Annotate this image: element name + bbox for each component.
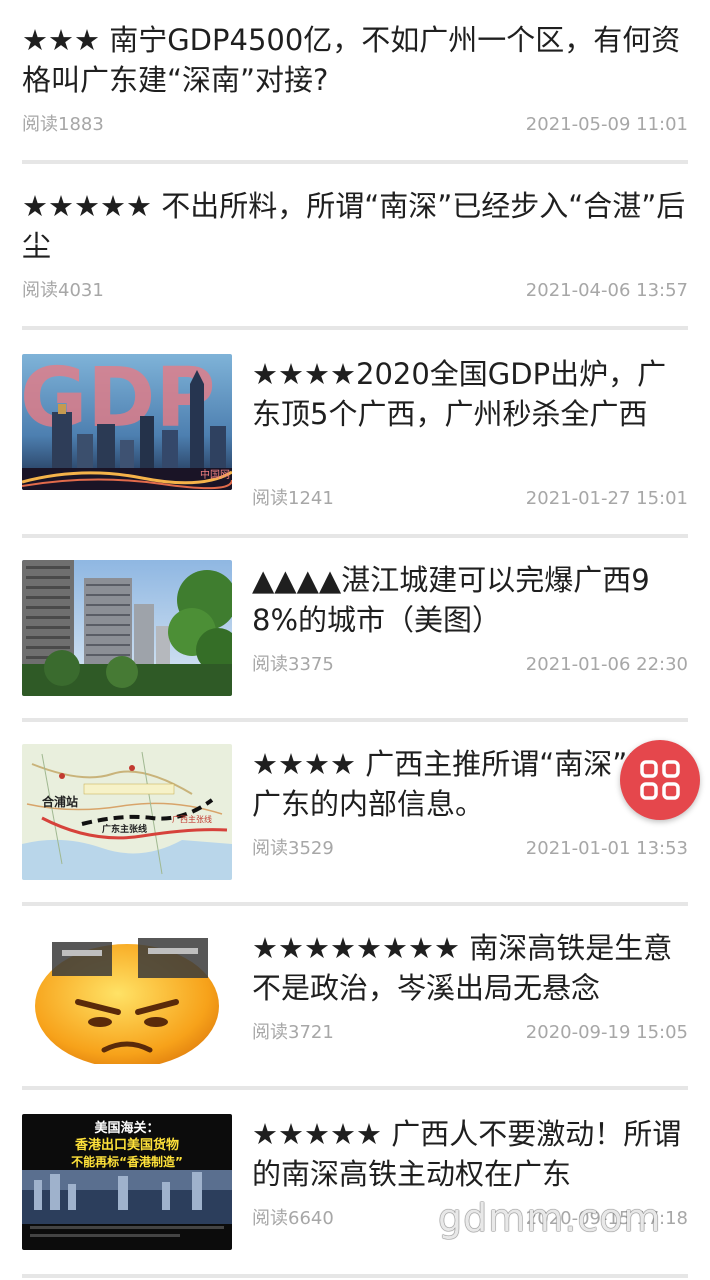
- angry-face-thumbnail-image: [35, 938, 219, 1064]
- article-thumbnail[interactable]: [22, 560, 232, 696]
- article-thumbnail[interactable]: [22, 928, 232, 1064]
- svg-text:广东主张线: 广东主张线: [102, 823, 147, 835]
- article-thumbnail[interactable]: 美国海关： 香港出口美国货物 不能再标“香港制造”: [22, 1114, 232, 1250]
- read-count: 阅读1883: [22, 114, 104, 135]
- svg-text:不能再标“香港制造”: 不能再标“香港制造”: [71, 1154, 183, 1169]
- article-thumbnail[interactable]: 合浦站 广东主张线 广西主张线: [22, 744, 232, 880]
- svg-text:GDP: GDP: [22, 354, 215, 446]
- article-title[interactable]: ★★★★★ 不出所料，所谓“南深”已经步入“合湛”后尘: [22, 186, 688, 266]
- svg-text:广西主张线: 广西主张线: [172, 814, 212, 824]
- read-count: 阅读1241: [252, 488, 334, 509]
- publish-date: 2021-01-06 22:30: [525, 654, 688, 675]
- article-item[interactable]: ★★★★★ 不出所料，所谓“南深”已经步入“合湛”后尘 阅读4031 2021-…: [0, 164, 710, 330]
- article-title[interactable]: ★★★★★ 广西人不要激动！所谓的南深高铁主动权在广东: [252, 1114, 692, 1194]
- article-meta: 阅读4031 2021-04-06 13:57: [22, 280, 688, 302]
- article-meta: 阅读3529 2021-01-01 13:53: [252, 838, 688, 860]
- article-meta: 阅读3721 2020-09-19 15:05: [252, 1022, 688, 1044]
- hong-kong-customs-thumbnail-image: 美国海关： 香港出口美国货物 不能再标“香港制造”: [22, 1114, 232, 1250]
- divider: [22, 1274, 688, 1278]
- svg-text:合浦站: 合浦站: [42, 794, 78, 809]
- site-watermark: gdmm.com: [438, 1196, 662, 1240]
- publish-date: 2021-01-01 13:53: [525, 838, 688, 859]
- article-meta: 阅读1241 2021-01-27 15:01: [252, 488, 688, 510]
- article-meta: 阅读1883 2021-05-09 11:01: [22, 114, 688, 136]
- article-item[interactable]: 合浦站 广东主张线 广西主张线 ★★★★ 广西主推所谓“南深”来自广东的内部信息…: [0, 722, 710, 906]
- city-buildings-thumbnail-image: [22, 560, 232, 696]
- svg-text:香港出口美国货物: 香港出口美国货物: [74, 1137, 179, 1153]
- read-count: 阅读3375: [252, 654, 334, 675]
- publish-date: 2021-01-27 15:01: [525, 488, 688, 509]
- read-count: 阅读4031: [22, 280, 104, 301]
- read-count: 阅读3529: [252, 838, 334, 859]
- article-item[interactable]: ★★★★★★★★ 南深高铁是生意不是政治，岑溪出局无悬念 阅读3721 2020…: [0, 906, 710, 1090]
- read-count: 阅读3721: [252, 1022, 334, 1043]
- svg-text:中国网: 中国网: [200, 468, 230, 481]
- article-item[interactable]: ★★★ 南宁GDP4500亿，不如广州一个区，有何资格叫广东建“深南”对接? 阅…: [0, 0, 710, 164]
- article-title[interactable]: ▲▲▲▲湛江城建可以完爆广西98%的城市（美图）: [252, 560, 692, 640]
- gdp-city-thumbnail-image: GDP 中国网: [22, 354, 232, 490]
- article-title[interactable]: ★★★★2020全国GDP出炉，广东顶5个广西，广州秒杀全广西: [252, 354, 692, 434]
- article-feed: ★★★ 南宁GDP4500亿，不如广州一个区，有何资格叫广东建“深南”对接? 阅…: [0, 0, 710, 1280]
- floating-menu-button[interactable]: [620, 740, 700, 820]
- article-item[interactable]: ▲▲▲▲湛江城建可以完爆广西98%的城市（美图） 阅读3375 2021-01-…: [0, 538, 710, 722]
- article-item[interactable]: GDP 中国网 ★★★★2020全国GDP出炉，广东顶5个广西，广州秒杀全广西 …: [0, 330, 710, 538]
- grid-apps-icon: [640, 760, 680, 800]
- publish-date: 2020-09-19 15:05: [525, 1022, 688, 1043]
- railway-map-thumbnail-image: 合浦站 广东主张线 广西主张线: [22, 744, 232, 880]
- article-thumbnail[interactable]: GDP 中国网: [22, 354, 232, 490]
- svg-text:美国海关：: 美国海关：: [94, 1120, 159, 1136]
- publish-date: 2021-05-09 11:01: [525, 114, 688, 135]
- publish-date: 2021-04-06 13:57: [525, 280, 688, 301]
- article-meta: 阅读3375 2021-01-06 22:30: [252, 654, 688, 676]
- article-item[interactable]: 美国海关： 香港出口美国货物 不能再标“香港制造” ★★★★★ 广西人不要激动！…: [0, 1090, 710, 1280]
- read-count: 阅读6640: [252, 1208, 334, 1229]
- article-title[interactable]: ★★★★★★★★ 南深高铁是生意不是政治，岑溪出局无悬念: [252, 928, 692, 1008]
- article-title[interactable]: ★★★ 南宁GDP4500亿，不如广州一个区，有何资格叫广东建“深南”对接?: [22, 20, 688, 100]
